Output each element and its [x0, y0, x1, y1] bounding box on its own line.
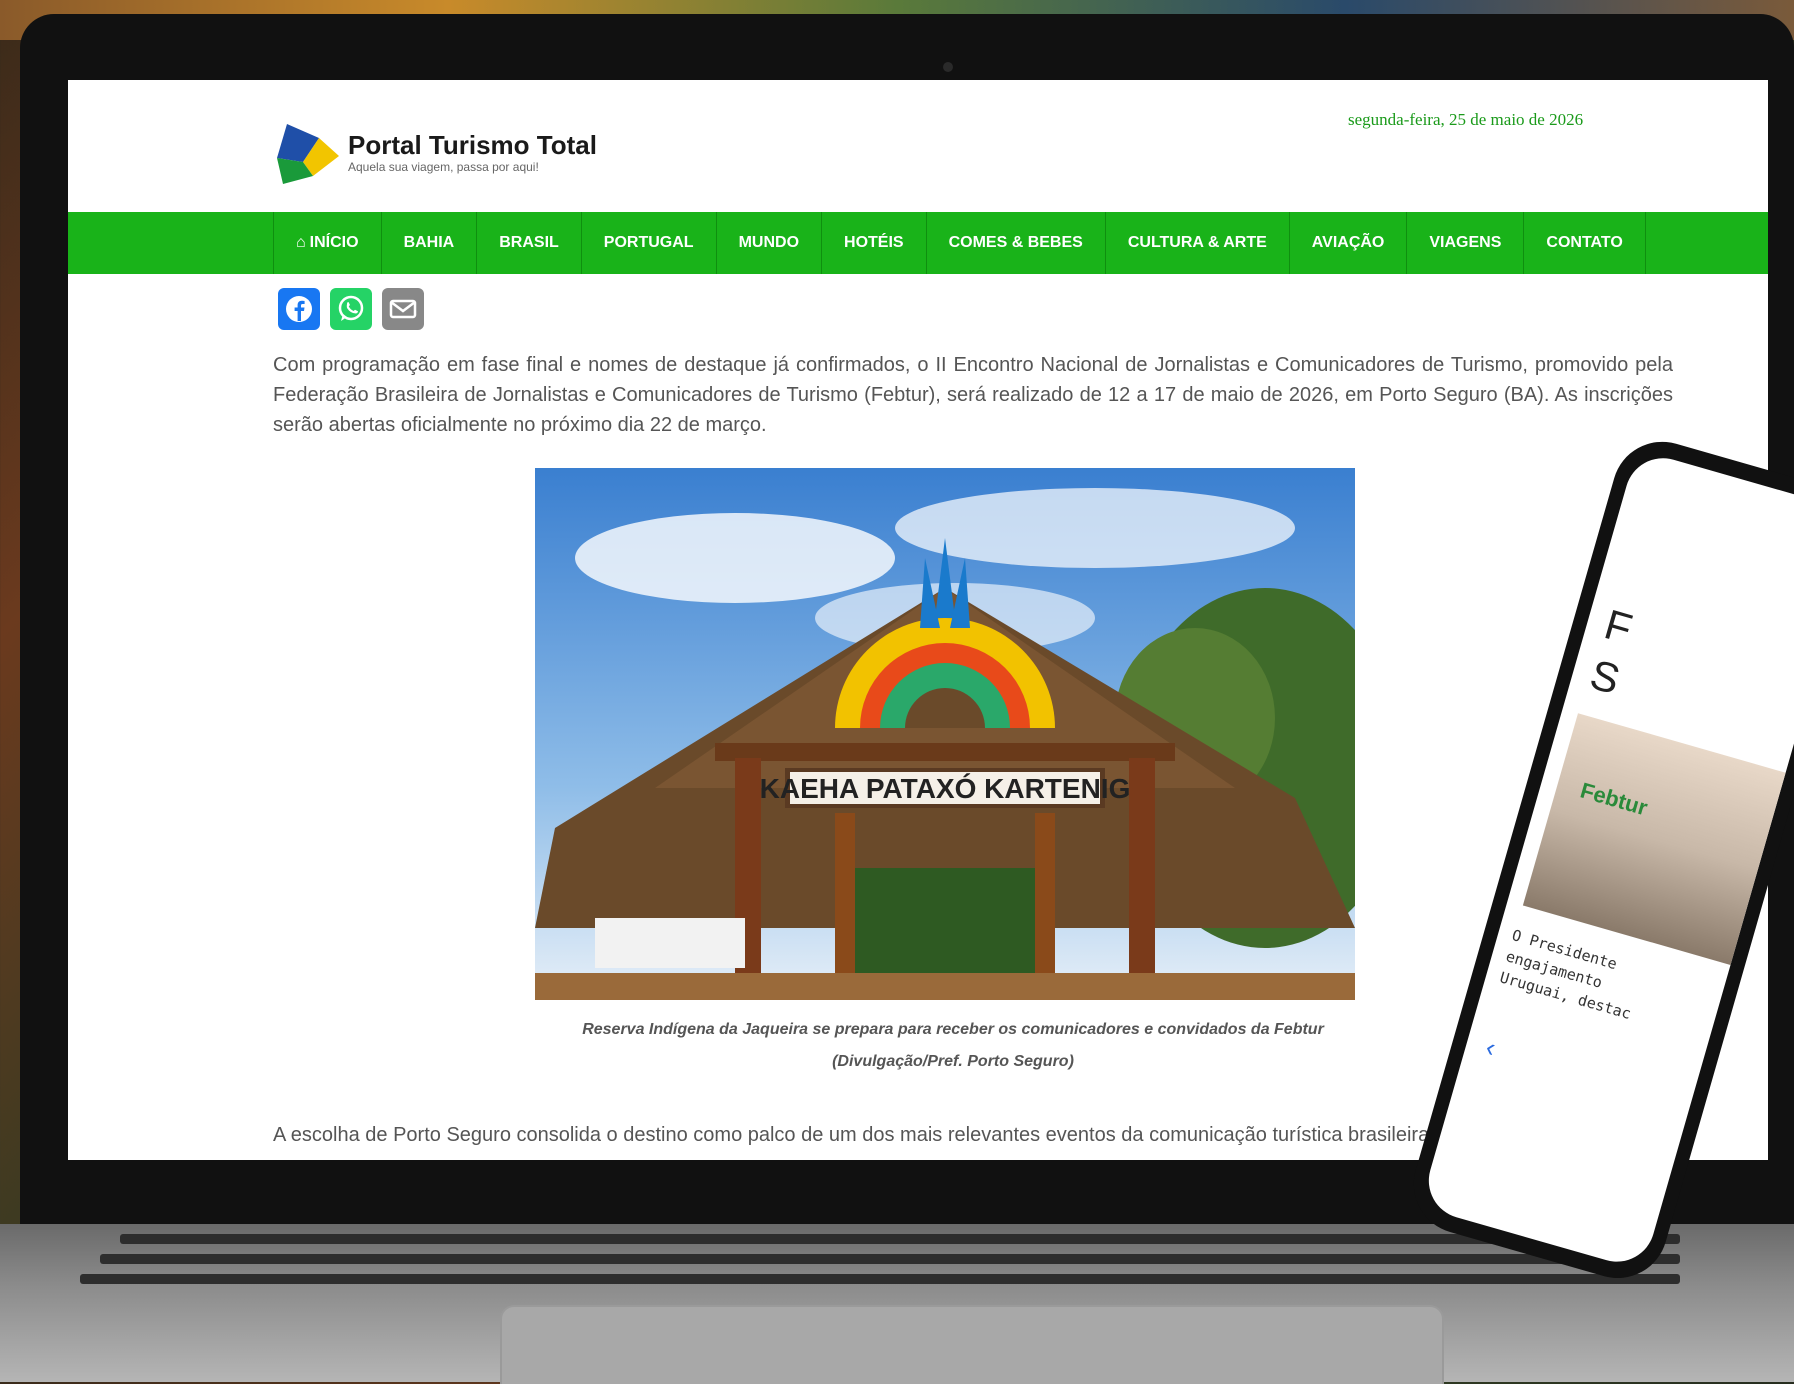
trackpad — [500, 1305, 1444, 1384]
email-share-button[interactable] — [382, 288, 424, 330]
nav-item-contato[interactable]: CONTATO — [1523, 212, 1646, 274]
nav-label: COMES & BEBES — [948, 234, 1083, 251]
nav-label: BAHIA — [403, 234, 455, 251]
nav-item-brasil[interactable]: BRASIL — [476, 212, 581, 274]
nav-item-bahia[interactable]: BAHIA — [380, 212, 477, 274]
back-arrow-icon[interactable]: ‹ — [1482, 1032, 1500, 1064]
nav-label: BRASIL — [499, 234, 559, 251]
nav-label: VIAGENS — [1429, 234, 1502, 251]
nav-item-comes-bebes[interactable]: COMES & BEBES — [925, 212, 1105, 274]
whatsapp-share-button[interactable] — [330, 288, 372, 330]
nav-item-início[interactable]: ⌂ INÍCIO — [273, 212, 381, 274]
nav-item-cultura-arte[interactable]: CULTURA & ARTE — [1104, 212, 1289, 274]
current-date: segunda-feira, 25 de maio de 2026 — [1348, 110, 1584, 129]
caption-credit: (Divulgação/Pref. Porto Seguro) — [832, 1053, 1074, 1070]
caption-text: Reserva Indígena da Jaqueira se prepara … — [582, 1021, 1324, 1038]
key-row — [100, 1254, 1680, 1264]
nav-item-aviação[interactable]: AVIAÇÃO — [1288, 212, 1407, 274]
nav-label: INÍCIO — [309, 234, 359, 251]
home-icon: ⌂ — [296, 234, 306, 251]
nav-item-portugal[interactable]: PORTUGAL — [580, 212, 716, 274]
key-row — [80, 1274, 1680, 1284]
facebook-icon — [286, 296, 312, 322]
nav-label: PORTUGAL — [603, 234, 694, 251]
main-nav: ⌂ INÍCIO BAHIA BRASIL PORTUGAL MUNDO HOTÉIS CO… — [68, 212, 1768, 274]
sign-text: KAEHA PATAXÓ KARTENIG — [760, 773, 1131, 804]
nav-label: MUNDO — [738, 234, 800, 251]
nav-item-mundo[interactable]: MUNDO — [715, 212, 821, 274]
email-icon — [389, 299, 417, 319]
whatsapp-icon — [338, 295, 364, 321]
article-paragraph: Com programação em fase final e nomes de… — [273, 354, 1673, 436]
photo-caption: Reserva Indígena da Jaqueira se prepara … — [523, 1014, 1383, 1078]
site-name[interactable]: Portal Turismo Total — [348, 130, 597, 161]
share-buttons — [278, 288, 424, 330]
facebook-share-button[interactable] — [278, 288, 320, 330]
article-photo: KAEHA PATAXÓ KARTENIG — [535, 468, 1355, 1000]
phone-headline: F S — [1585, 600, 1638, 704]
nav-label: HOTÉIS — [844, 234, 904, 251]
nav-label: AVIAÇÃO — [1311, 234, 1385, 251]
nav-item-viagens[interactable]: VIAGENS — [1406, 212, 1523, 274]
key-row — [120, 1234, 1680, 1244]
phone-article-image — [1522, 713, 1790, 967]
site-logo-icon[interactable] — [273, 118, 343, 188]
webcam — [943, 62, 953, 72]
site-tagline: Aquela sua viagem, passa por aqui! — [348, 160, 539, 174]
nav-label: CONTATO — [1546, 234, 1623, 251]
nav-item-hotéis[interactable]: HOTÉIS — [821, 212, 926, 274]
nav-label: CULTURA & ARTE — [1127, 234, 1267, 251]
